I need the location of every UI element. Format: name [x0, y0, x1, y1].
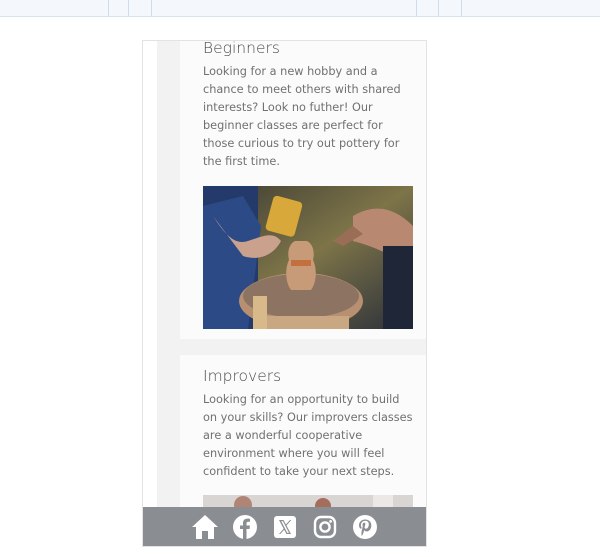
home-icon[interactable] — [190, 512, 220, 542]
x-twitter-icon[interactable] — [270, 512, 300, 542]
facebook-icon[interactable] — [230, 512, 260, 542]
left-rail — [143, 41, 157, 546]
social-footer — [143, 507, 426, 546]
beginners-card: Beginners Looking for a new hobby and a … — [180, 40, 426, 339]
guide-line — [416, 0, 417, 16]
mobile-viewport: Beginners Looking for a new hobby and a … — [142, 40, 427, 547]
guide-line — [461, 0, 462, 16]
pinterest-icon[interactable] — [350, 512, 380, 542]
beginners-pottery-photo — [203, 186, 413, 329]
beginners-title: Beginners — [203, 40, 280, 57]
improvers-title: Improvers — [203, 367, 282, 385]
guide-line — [151, 0, 152, 16]
guide-line — [108, 0, 109, 16]
improvers-description: Looking for an opportunity to build on y… — [203, 392, 413, 478]
beginners-description: Looking for a new hobby and a chance to … — [203, 64, 401, 168]
guide-line — [128, 0, 129, 16]
top-guide-bar — [0, 0, 600, 17]
guide-line — [438, 0, 439, 16]
instagram-icon[interactable] — [310, 512, 340, 542]
